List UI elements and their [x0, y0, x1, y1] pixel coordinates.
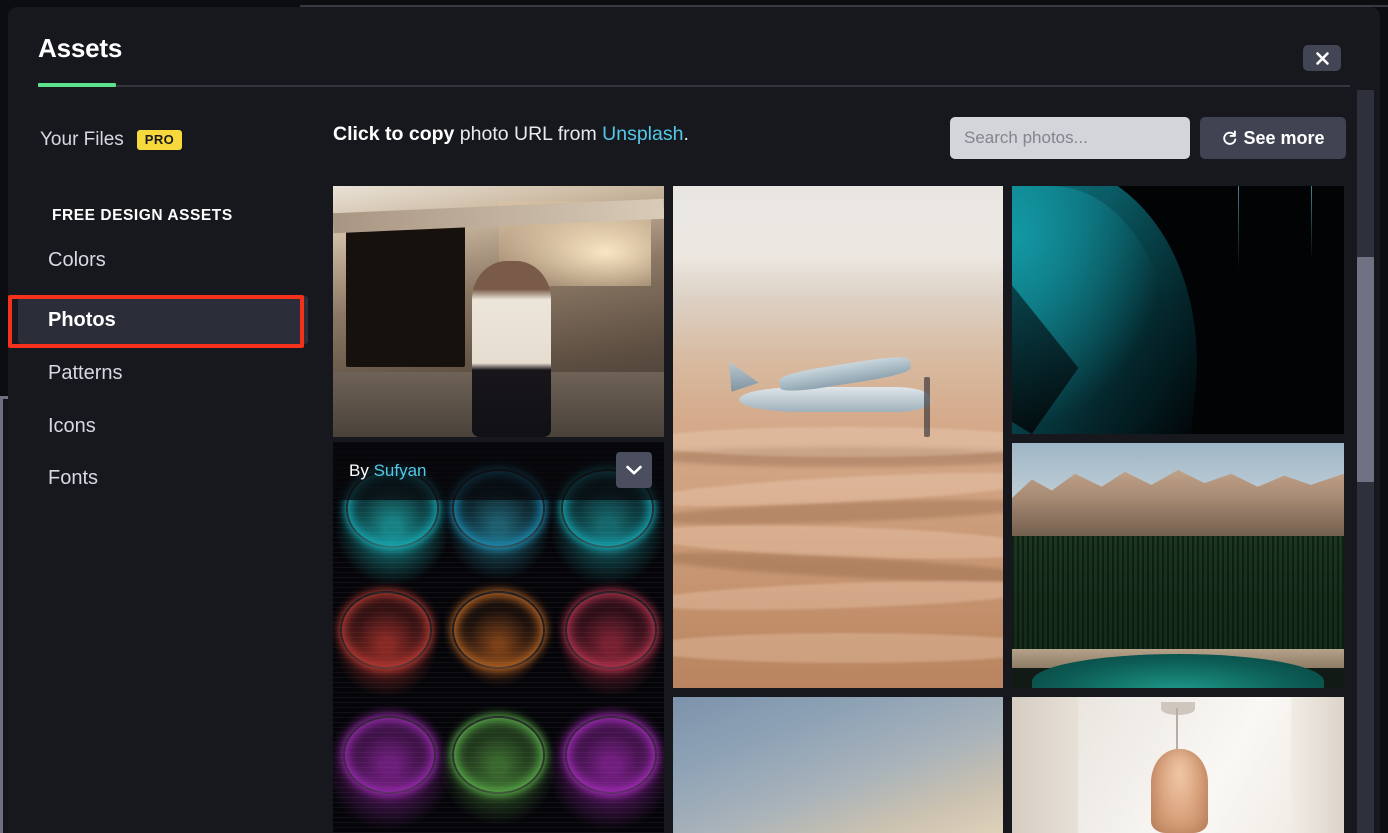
sidebar: Your Files PRO FREE DESIGN ASSETS Colors… — [8, 90, 326, 833]
page-title: Assets — [38, 33, 123, 63]
photo-detail — [1176, 707, 1179, 752]
photo-detail — [1290, 697, 1344, 833]
sidebar-item-icons[interactable]: Icons — [18, 402, 308, 450]
photo-tile[interactable] — [1012, 697, 1344, 833]
copy-hint-middle: photo URL from — [454, 123, 603, 145]
photo-detail — [564, 590, 658, 669]
photo-detail — [1310, 186, 1312, 261]
content-scrollbar-thumb[interactable] — [1357, 257, 1374, 482]
photo-detail — [1151, 748, 1208, 833]
content-panel: Click to copy photo URL from Unsplash. S… — [326, 90, 1380, 833]
search-input[interactable] — [950, 117, 1190, 159]
photo-tile[interactable] — [673, 697, 1003, 833]
copy-hint-bold: Click to copy — [333, 123, 455, 145]
photo-thumbnail — [1012, 697, 1344, 833]
sidebar-item-colors[interactable]: Colors — [18, 236, 308, 284]
photo-credit-bar: By Sufyan — [333, 442, 664, 500]
sidebar-item-fonts[interactable]: Fonts — [18, 454, 308, 502]
refresh-icon — [1221, 129, 1238, 147]
sidebar-item-your-files[interactable]: Your Files PRO — [18, 117, 308, 163]
sidebar-item-label: Fonts — [48, 466, 99, 489]
photo-thumbnail — [333, 442, 664, 833]
photo-detail — [739, 386, 931, 412]
photo-tile[interactable] — [333, 186, 664, 437]
see-more-button[interactable]: See more — [1200, 117, 1346, 159]
content-header: Click to copy photo URL from Unsplash. S… — [326, 90, 1380, 186]
photo-detail — [729, 361, 759, 392]
photo-detail — [673, 426, 1003, 458]
photo-tile[interactable] — [673, 186, 1003, 688]
photo-credit-text: By Sufyan — [349, 461, 427, 481]
sidebar-section-heading: FREE DESIGN ASSETS — [52, 207, 233, 224]
see-more-label: See more — [1243, 127, 1325, 148]
photo-detail — [1012, 697, 1079, 833]
photo-thumbnail — [673, 186, 1003, 688]
photo-detail — [673, 575, 1003, 615]
photo-tile[interactable] — [1012, 443, 1344, 688]
photo-options-button[interactable] — [616, 452, 652, 488]
photo-detail — [339, 590, 433, 669]
pro-badge: PRO — [136, 130, 183, 150]
photo-thumbnail — [1012, 186, 1344, 434]
photo-detail — [472, 261, 552, 437]
photo-tile[interactable] — [1012, 186, 1344, 434]
photo-detail — [452, 590, 545, 669]
sidebar-item-label: Colors — [48, 248, 106, 271]
photo-detail — [1012, 536, 1344, 654]
photo-detail — [923, 376, 931, 437]
photo-detail — [564, 715, 658, 794]
active-tab-underline — [38, 83, 116, 87]
header-divider — [38, 85, 1350, 87]
sidebar-item-label: Your Files — [40, 129, 124, 150]
sidebar-item-patterns[interactable]: Patterns — [18, 349, 308, 397]
close-button[interactable] — [1303, 45, 1341, 71]
close-icon — [1315, 51, 1330, 66]
photo-detail — [342, 715, 436, 794]
photo-detail — [1237, 186, 1239, 271]
photo-tile[interactable]: By Sufyan — [333, 442, 664, 833]
sidebar-item-label: Icons — [48, 414, 96, 437]
sidebar-item-label: Patterns — [48, 361, 123, 384]
photo-thumbnail — [1012, 443, 1344, 688]
sidebar-item-photos[interactable]: Photos — [18, 296, 308, 344]
copy-hint-period: . — [683, 123, 689, 145]
chevron-down-icon — [625, 464, 643, 476]
photo-thumbnail — [333, 186, 664, 437]
sidebar-item-label: Photos — [48, 308, 116, 331]
modal-header: Assets — [8, 7, 1380, 90]
photo-detail — [673, 632, 1003, 663]
credit-prefix: By — [349, 461, 369, 480]
photo-detail — [452, 715, 545, 794]
photo-grid: By Sufyan — [333, 186, 1351, 833]
assets-modal: Assets Your Files PRO FREE DESIGN ASSETS… — [8, 7, 1380, 833]
credit-author[interactable]: Sufyan — [374, 461, 427, 480]
page-root: Assets Your Files PRO FREE DESIGN ASSETS… — [0, 0, 1388, 833]
unsplash-link[interactable]: Unsplash — [602, 123, 683, 145]
copy-hint-text: Click to copy photo URL from Unsplash. — [333, 123, 689, 146]
photo-thumbnail — [673, 697, 1003, 833]
